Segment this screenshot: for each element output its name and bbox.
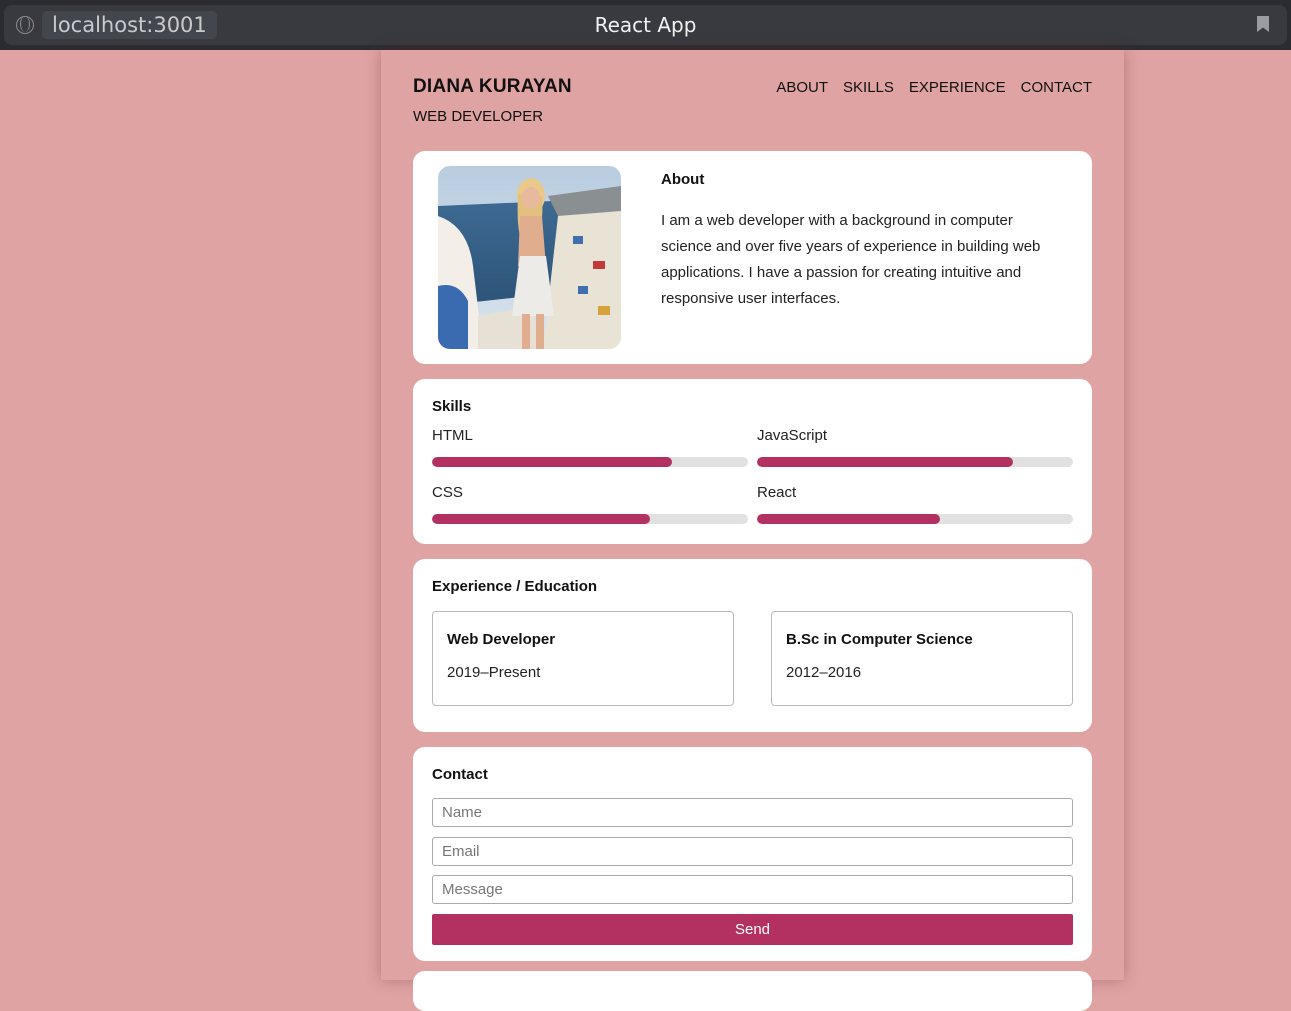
site-name: DIANA KURAYAN — [413, 76, 572, 97]
name-input[interactable] — [432, 798, 1073, 827]
skill-bar — [432, 514, 748, 524]
nav-about[interactable]: ABOUT — [776, 79, 828, 96]
skill-bar — [432, 457, 748, 467]
education-item-title: B.Sc in Computer Science — [786, 631, 973, 648]
education-item-period: 2012–2016 — [786, 664, 862, 681]
address-bar[interactable]: localhost:3001 React App — [4, 5, 1287, 45]
skill-bar-fill — [757, 457, 1013, 467]
skill-javascript: JavaScript — [757, 427, 1073, 467]
skill-label: JavaScript — [757, 427, 828, 444]
experience-item: Web Developer 2019–Present — [432, 611, 734, 706]
page-container: DIANA KURAYAN WEB DEVELOPER ABOUT SKILLS… — [381, 50, 1124, 1011]
next-section — [413, 971, 1092, 1011]
experience-item-title: Web Developer — [447, 631, 556, 648]
skill-bar — [757, 514, 1073, 524]
skills-section: Skills HTML JavaScript CSS React — [413, 379, 1092, 544]
skill-bar-fill — [757, 514, 941, 524]
nav-contact[interactable]: CONTACT — [1021, 79, 1092, 96]
skill-html: HTML — [432, 427, 748, 467]
globe-icon — [16, 16, 34, 34]
site-role: WEB DEVELOPER — [413, 108, 544, 125]
skill-label: CSS — [432, 484, 463, 501]
skill-label: HTML — [432, 427, 473, 444]
url-text[interactable]: localhost:3001 — [42, 11, 217, 39]
skills-title: Skills — [432, 398, 472, 415]
contact-title: Contact — [432, 766, 488, 783]
skill-bar-fill — [432, 457, 673, 467]
send-button[interactable]: Send — [432, 914, 1073, 945]
browser-toolbar: localhost:3001 React App — [0, 0, 1291, 50]
education-item: B.Sc in Computer Science 2012–2016 — [771, 611, 1073, 706]
main-nav: ABOUT SKILLS EXPERIENCE CONTACT — [776, 79, 1092, 96]
experience-section: Experience / Education Web Developer 201… — [413, 559, 1092, 732]
contact-section: Contact Send — [413, 747, 1092, 961]
experience-title: Experience / Education — [432, 578, 598, 595]
about-title: About — [661, 171, 705, 188]
profile-photo — [438, 166, 621, 349]
nav-experience[interactable]: EXPERIENCE — [909, 79, 1006, 96]
skill-css: CSS — [432, 484, 748, 524]
email-input[interactable] — [432, 837, 1073, 866]
about-section: About I am a web developer with a backgr… — [413, 151, 1092, 364]
skill-bar — [757, 457, 1073, 467]
nav-skills[interactable]: SKILLS — [843, 79, 894, 96]
skill-react: React — [757, 484, 1073, 524]
bookmark-icon[interactable] — [1257, 16, 1269, 32]
experience-item-period: 2019–Present — [447, 664, 541, 681]
about-text: I am a web developer with a background i… — [661, 212, 1041, 307]
skill-label: React — [757, 484, 797, 501]
message-input[interactable] — [432, 875, 1073, 904]
skill-bar-fill — [432, 514, 651, 524]
